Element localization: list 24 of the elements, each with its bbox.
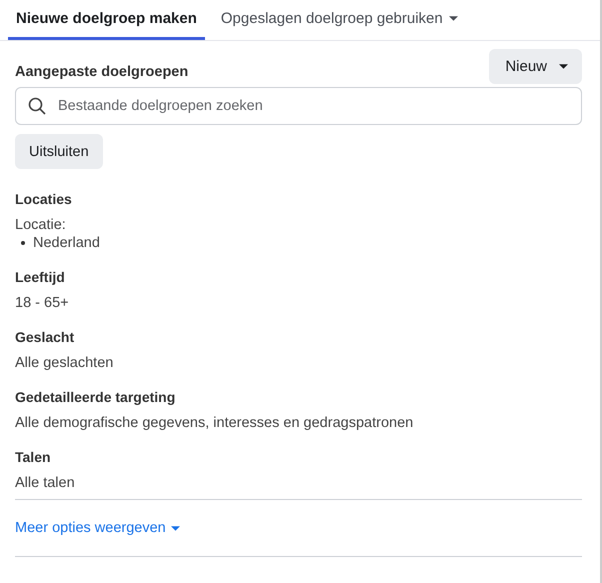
section-heading: Talen [15,449,52,465]
new-button[interactable]: Nieuw [489,49,582,84]
section-heading: Leeftijd [15,269,66,285]
bullet-icon [21,241,25,245]
tab[interactable]: Opgeslagen doelgroep gebruiken [212,0,466,40]
section-value: Alle geslachten [15,355,114,371]
section-title: Aangepaste doelgroepen [15,64,188,82]
section-value: Alle demografische gegevens, interesses en gedragspatronen [15,415,414,431]
search-input[interactable]: Bestaande doelgroepen zoeken [56,97,569,115]
caret-icon [559,64,568,69]
more-options-link[interactable]: Meer opties weergeven [15,520,180,536]
caret-icon [448,16,458,21]
search-icon [28,97,46,115]
section-value: 18 - 65+ [15,295,70,311]
tab[interactable]: Nieuwe doelgroep maken [8,0,205,40]
search-field[interactable]: Bestaande doelgroepen zoeken [15,87,582,125]
exclude-button[interactable]: Uitsluiten [15,134,103,169]
list-item: Nederland [33,235,100,251]
field-label: Locatie: [15,217,67,233]
caret-icon [170,526,180,530]
section-heading: Locaties [15,191,73,207]
section-heading: Geslacht [15,329,76,345]
section-heading: Gedetailleerde targeting [15,389,176,405]
section-value: Alle talen [15,475,76,491]
